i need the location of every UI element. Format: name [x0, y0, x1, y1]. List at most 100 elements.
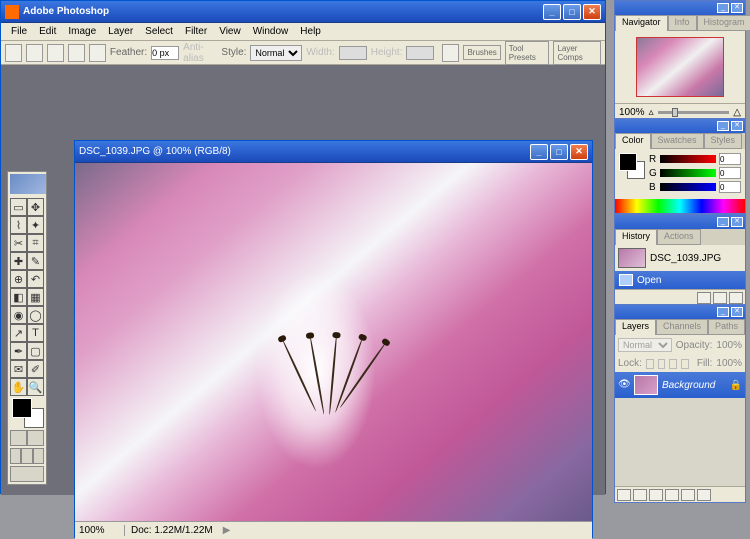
panel-minimize-button[interactable]: _ [717, 3, 729, 13]
new-snapshot-icon[interactable] [713, 292, 727, 304]
selection-add-icon[interactable] [47, 44, 64, 62]
visibility-icon[interactable]: 👁 [618, 379, 630, 391]
layers-tab[interactable]: Layers [615, 319, 656, 335]
actions-tab[interactable]: Actions [657, 229, 701, 245]
styles-tab[interactable]: Styles [704, 133, 743, 149]
panel-close-button[interactable]: ✕ [731, 3, 743, 13]
zoom-in-icon[interactable]: △ [733, 107, 741, 118]
zoom-slider[interactable] [658, 111, 730, 114]
path-tool[interactable]: ↗ [10, 324, 27, 342]
histogram-tab[interactable]: Histogram [697, 15, 750, 31]
screen-mode-1-button[interactable] [10, 448, 21, 464]
panel-close-button[interactable]: ✕ [731, 217, 743, 227]
b-slider[interactable] [660, 183, 716, 191]
pen-tool[interactable]: ✒ [10, 342, 27, 360]
wand-tool[interactable]: ✦ [27, 216, 44, 234]
new-set-icon[interactable] [649, 489, 663, 501]
heal-tool[interactable]: ✚ [10, 252, 27, 270]
menu-view[interactable]: View [213, 24, 247, 39]
hand-tool[interactable]: ✋ [10, 378, 27, 396]
dodge-tool[interactable]: ◯ [27, 306, 44, 324]
eraser-tool[interactable]: ◧ [10, 288, 27, 306]
statusbar-menu-icon[interactable]: ▶ [223, 525, 231, 536]
menu-edit[interactable]: Edit [33, 24, 62, 39]
eyedropper-tool[interactable]: ✐ [27, 360, 44, 378]
menu-file[interactable]: File [5, 24, 33, 39]
screen-mode-2-button[interactable] [21, 448, 32, 464]
panel-minimize-button[interactable]: _ [717, 307, 729, 317]
image-close-button[interactable]: ✕ [570, 144, 588, 160]
panel-close-button[interactable]: ✕ [731, 121, 743, 131]
b-input[interactable] [719, 181, 741, 193]
r-input[interactable] [719, 153, 741, 165]
menu-window[interactable]: Window [247, 24, 295, 39]
history-brush-tool[interactable]: ↶ [27, 270, 44, 288]
g-input[interactable] [719, 167, 741, 179]
menu-select[interactable]: Select [139, 24, 179, 39]
standard-mode-button[interactable] [10, 430, 27, 446]
color-tab[interactable]: Color [615, 133, 651, 149]
feather-input[interactable] [151, 46, 179, 60]
gradient-tool[interactable]: ▦ [27, 288, 44, 306]
menu-layer[interactable]: Layer [102, 24, 139, 39]
panel-close-button[interactable]: ✕ [731, 307, 743, 317]
selection-intersect-icon[interactable] [89, 44, 106, 62]
color-spectrum[interactable] [615, 199, 745, 213]
image-maximize-button[interactable]: □ [550, 144, 568, 160]
selection-subtract-icon[interactable] [68, 44, 85, 62]
lasso-tool[interactable]: ⌇ [10, 216, 27, 234]
app-titlebar[interactable]: Adobe Photoshop _ □ ✕ [1, 1, 605, 23]
minimize-button[interactable]: _ [543, 4, 561, 20]
color-swatch[interactable] [619, 153, 645, 179]
zoom-value[interactable]: 100% [75, 525, 125, 536]
lock-all-icon[interactable] [681, 359, 689, 369]
navigator-zoom-value[interactable]: 100% [619, 107, 645, 118]
palette-tool-presets-tab[interactable]: Tool Presets [505, 41, 550, 65]
marquee-tool[interactable]: ▭ [10, 198, 27, 216]
delete-layer-icon[interactable] [697, 489, 711, 501]
image-minimize-button[interactable]: _ [530, 144, 548, 160]
stamp-tool[interactable]: ⊕ [10, 270, 27, 288]
lock-move-icon[interactable] [669, 359, 677, 369]
blur-tool[interactable]: ◉ [10, 306, 27, 324]
type-tool[interactable]: T [27, 324, 44, 342]
marquee-preset-icon[interactable] [5, 44, 22, 62]
maximize-button[interactable]: □ [563, 4, 581, 20]
move-tool[interactable]: ✥ [27, 198, 44, 216]
quickmask-mode-button[interactable] [27, 430, 44, 446]
panel-minimize-button[interactable]: _ [717, 217, 729, 227]
delete-icon[interactable] [729, 292, 743, 304]
swatches-tab[interactable]: Swatches [651, 133, 704, 149]
adjustment-layer-icon[interactable] [665, 489, 679, 501]
style-select[interactable]: Normal [250, 45, 302, 61]
selection-new-icon[interactable] [26, 44, 43, 62]
new-doc-icon[interactable] [697, 292, 711, 304]
doc-size[interactable]: Doc: 1.22M/1.22M [125, 525, 219, 536]
menu-image[interactable]: Image [62, 24, 102, 39]
menu-help[interactable]: Help [294, 24, 327, 39]
new-layer-icon[interactable] [681, 489, 695, 501]
g-slider[interactable] [660, 169, 716, 177]
image-titlebar[interactable]: DSC_1039.JPG @ 100% (RGB/8) _ □ ✕ [75, 141, 592, 163]
history-tab[interactable]: History [615, 229, 657, 245]
brush-tool[interactable]: ✎ [27, 252, 44, 270]
close-button[interactable]: ✕ [583, 4, 601, 20]
palette-brushes-tab[interactable]: Brushes [463, 45, 500, 60]
menu-filter[interactable]: Filter [179, 24, 213, 39]
layer-row[interactable]: 👁 Background 🔒 [615, 372, 745, 398]
palette-layer-comps-tab[interactable]: Layer Comps [553, 41, 601, 65]
lock-transparent-icon[interactable] [646, 359, 654, 369]
navigator-thumbnail[interactable] [636, 37, 724, 97]
slice-tool[interactable]: ⌗ [27, 234, 44, 252]
jump-to-button[interactable] [10, 466, 44, 482]
history-step[interactable]: Open [615, 271, 745, 289]
color-swatches[interactable] [10, 398, 46, 428]
history-snapshot[interactable]: DSC_1039.JPG [615, 245, 745, 271]
r-slider[interactable] [660, 155, 716, 163]
lock-paint-icon[interactable] [658, 359, 666, 369]
layer-mask-icon[interactable] [633, 489, 647, 501]
zoom-tool[interactable]: 🔍 [27, 378, 44, 396]
layer-style-icon[interactable] [617, 489, 631, 501]
paths-tab[interactable]: Paths [708, 319, 745, 335]
info-tab[interactable]: Info [668, 15, 697, 31]
